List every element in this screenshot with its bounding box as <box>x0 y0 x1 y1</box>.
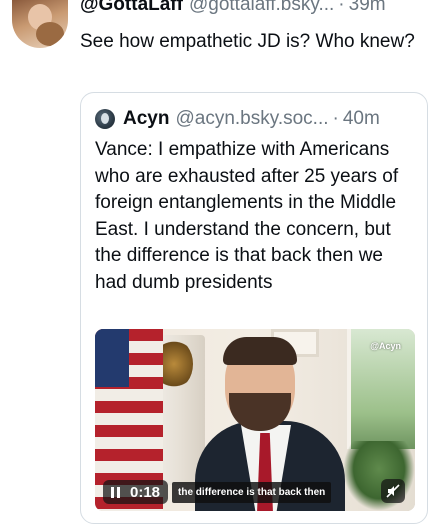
video-player[interactable]: @Acyn 0:18 the difference is that back t… <box>95 329 415 511</box>
post-text: See how empathetic JD is? Who knew? <box>80 31 415 52</box>
quoted-post[interactable]: Acyn @acyn.bsky.soc... · 40m Vance: I em… <box>80 92 428 524</box>
author-handle[interactable]: @gottalaff.bsky... <box>189 0 334 16</box>
author-avatar[interactable] <box>12 0 68 48</box>
quoted-author-handle[interactable]: @acyn.bsky.soc... <box>175 108 328 130</box>
quoted-author-avatar[interactable] <box>95 109 115 129</box>
post-timestamp[interactable]: 39m <box>349 0 386 16</box>
video-person-hair <box>223 337 297 365</box>
video-caption: the difference is that back then <box>172 481 332 503</box>
video-watermark: @Acyn <box>370 341 401 351</box>
header-separator: · <box>338 0 345 15</box>
video-plant <box>343 441 415 511</box>
author-name[interactable]: @GottaLaff <box>80 0 183 16</box>
quoted-header-separator: · <box>332 108 339 129</box>
video-us-flag-canton <box>95 329 129 387</box>
post-header: @GottaLaff @gottalaff.bsky... · 39m <box>80 0 436 22</box>
mute-icon <box>386 484 400 498</box>
quoted-author-name[interactable]: Acyn <box>123 108 169 130</box>
video-elapsed-time: 0:18 <box>130 483 161 501</box>
quoted-post-text: Vance: I empathize with Americans who ar… <box>95 139 399 293</box>
mute-button[interactable] <box>381 479 405 503</box>
video-controls: 0:18 the difference is that back then <box>103 479 332 505</box>
quoted-post-timestamp[interactable]: 40m <box>343 108 380 130</box>
pause-button[interactable]: 0:18 <box>103 480 169 504</box>
quoted-post-header: Acyn @acyn.bsky.soc... · 40m <box>95 105 415 133</box>
pause-icon <box>111 486 120 498</box>
avatar-dog <box>36 22 64 46</box>
